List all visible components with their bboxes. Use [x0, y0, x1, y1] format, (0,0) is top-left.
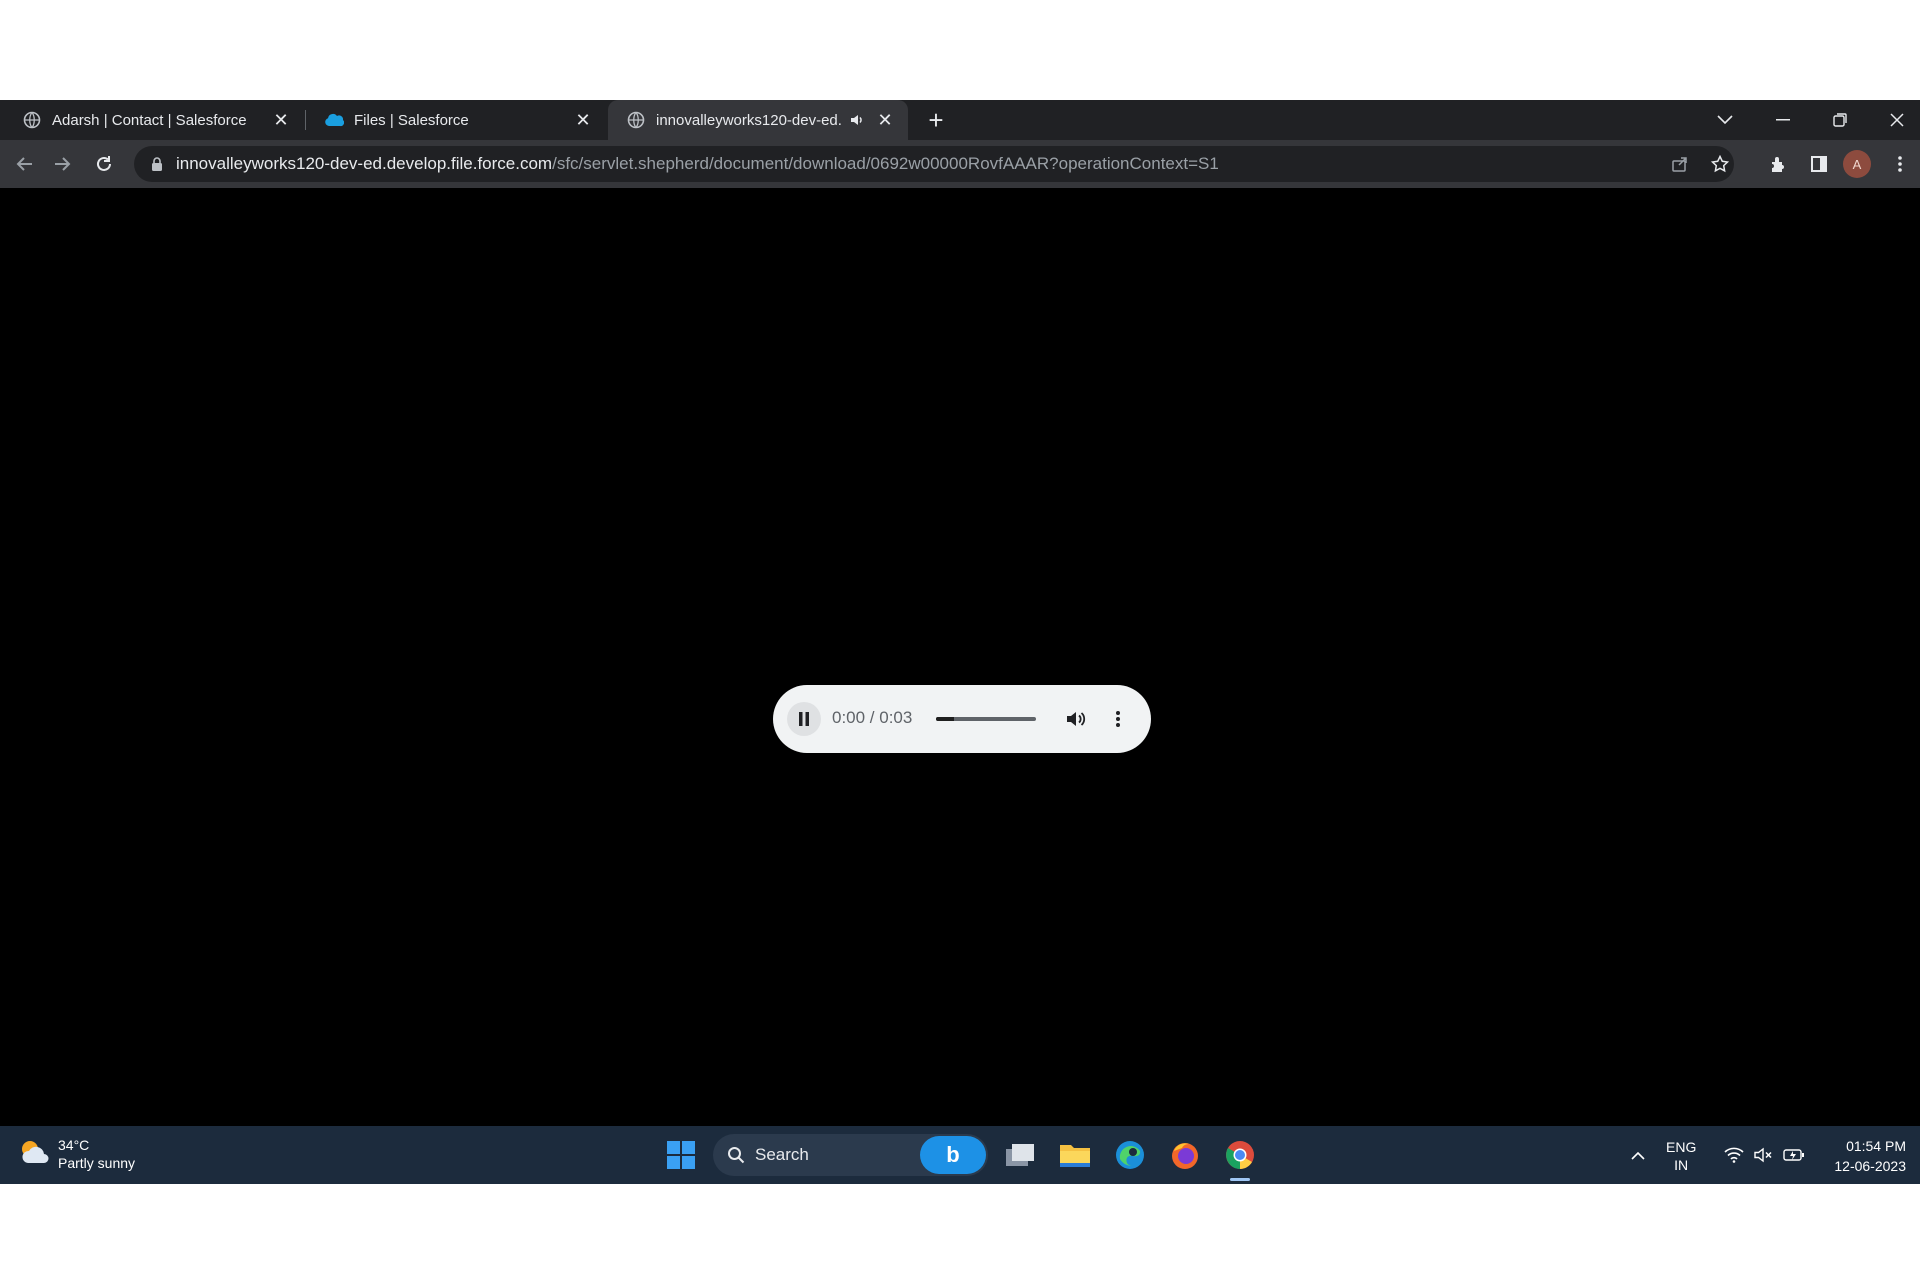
new-tab-button[interactable]: +	[922, 105, 950, 135]
more-menu-icon[interactable]	[1884, 148, 1916, 180]
globe-icon	[626, 110, 646, 130]
seek-slider[interactable]	[936, 717, 1036, 721]
show-hidden-icons-icon[interactable]	[1625, 1126, 1651, 1184]
weather-temp: 34°C	[58, 1137, 90, 1153]
weather-desc: Partly sunny	[58, 1155, 136, 1171]
tab-search-icon[interactable]	[1697, 100, 1753, 140]
windows-start-icon[interactable]	[659, 1133, 703, 1177]
address-bar[interactable]: innovalleyworks120-dev-ed.develop.file.f…	[134, 146, 1734, 182]
bing-chat-icon[interactable]: b	[920, 1136, 986, 1174]
url-host: innovalleyworks120-dev-ed.develop.file.f…	[176, 154, 553, 173]
url-text: innovalleyworks120-dev-ed.develop.file.f…	[176, 154, 1219, 174]
globe-icon	[22, 110, 42, 130]
battery-icon[interactable]	[1781, 1126, 1807, 1184]
chrome-icon[interactable]	[1218, 1133, 1262, 1177]
tab-contact[interactable]: Adarsh | Contact | Salesforce ✕	[4, 100, 304, 140]
side-panel-icon[interactable]	[1803, 148, 1835, 180]
taskbar-search[interactable]: Search b	[713, 1134, 988, 1176]
tab-download[interactable]: innovalleyworks120-dev-ed.d ✕	[608, 100, 908, 140]
minimize-icon[interactable]	[1755, 100, 1811, 140]
volume-icon	[1067, 712, 1086, 726]
speaker-icon[interactable]	[848, 110, 868, 130]
tab-title: Adarsh | Contact | Salesforce	[52, 111, 247, 129]
edge-browser-icon[interactable]	[1108, 1133, 1152, 1177]
tab-title: Files | Salesforce	[354, 111, 469, 129]
audio-player: 0:00 / 0:03	[773, 685, 1151, 753]
lang-top: ENG	[1666, 1139, 1697, 1155]
back-icon[interactable]	[8, 148, 40, 180]
player-options-button[interactable]	[1101, 702, 1135, 736]
bookmark-star-icon[interactable]	[1704, 148, 1736, 180]
volume-button[interactable]	[1059, 702, 1093, 736]
volume-muted-icon[interactable]	[1751, 1126, 1777, 1184]
task-view-icon[interactable]	[998, 1133, 1042, 1177]
tab-title: innovalleyworks120-dev-ed.d	[656, 111, 842, 129]
forward-icon[interactable]	[47, 148, 79, 180]
file-explorer-icon[interactable]	[1053, 1133, 1097, 1177]
more-options-icon	[1116, 711, 1120, 727]
screenshot-frame: Adarsh | Contact | Salesforce ✕ Files | …	[0, 100, 1920, 1184]
salesforce-cloud-icon	[324, 110, 344, 130]
search-icon	[727, 1146, 745, 1164]
search-label: Search	[755, 1145, 809, 1164]
seek-progress	[936, 717, 954, 721]
tab-files[interactable]: Files | Salesforce ✕	[306, 100, 606, 140]
tab-close-icon[interactable]: ✕	[572, 109, 594, 131]
wifi-icon[interactable]	[1721, 1126, 1747, 1184]
taskbar: 34°C Partly sunny Search b ENG IN 01:54 …	[0, 1126, 1920, 1184]
pause-button[interactable]	[787, 702, 821, 736]
chrome-active-indicator	[1230, 1178, 1250, 1181]
lang-bottom: IN	[1674, 1157, 1689, 1173]
clock-date: 12-06-2023	[1834, 1158, 1906, 1174]
share-icon[interactable]	[1664, 148, 1696, 180]
pause-icon	[799, 712, 809, 726]
extensions-icon[interactable]	[1762, 148, 1794, 180]
close-window-icon[interactable]	[1869, 100, 1920, 140]
url-path: /sfc/servlet.shepherd/document/download/…	[552, 154, 1219, 173]
time-display: 0:00 / 0:03	[832, 708, 913, 727]
clock-time: 01:54 PM	[1846, 1138, 1906, 1154]
partly-sunny-icon	[18, 1137, 50, 1172]
weather-widget[interactable]: 34°C Partly sunny	[18, 1136, 135, 1172]
language-indicator[interactable]: ENG IN	[1666, 1138, 1696, 1174]
reload-icon[interactable]	[88, 148, 120, 180]
profile-avatar[interactable]: A	[1843, 150, 1871, 178]
system-clock[interactable]: 01:54 PM 12-06-2023	[1818, 1136, 1906, 1176]
lock-icon[interactable]	[148, 155, 166, 173]
restore-icon[interactable]	[1812, 100, 1868, 140]
browser-toolbar: innovalleyworks120-dev-ed.develop.file.f…	[0, 140, 1920, 188]
tab-strip: Adarsh | Contact | Salesforce ✕ Files | …	[0, 100, 1920, 140]
tab-close-icon[interactable]: ✕	[874, 109, 896, 131]
firefox-icon[interactable]	[1163, 1133, 1207, 1177]
tab-close-icon[interactable]: ✕	[270, 109, 292, 131]
